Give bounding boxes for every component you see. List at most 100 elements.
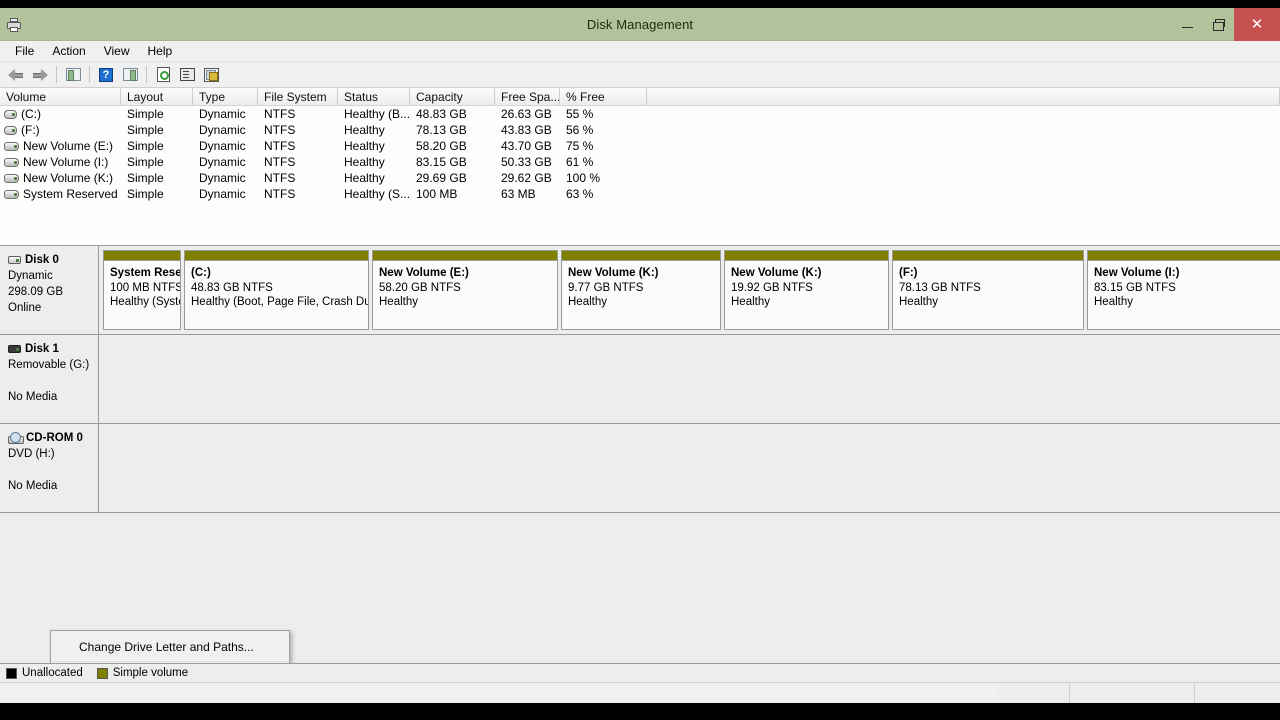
minimize-button[interactable] — [1172, 8, 1203, 41]
partition-size: 9.77 GB NTFS — [568, 281, 720, 296]
removable-disk-icon — [8, 345, 21, 353]
partition-block[interactable]: New Volume (K:)19.92 GB NTFSHealthy — [724, 250, 889, 330]
toolbar-separator — [89, 66, 90, 83]
partition-status: Healthy — [731, 295, 888, 310]
properties-button[interactable] — [175, 64, 199, 86]
context-menu-item-change-drive-letter[interactable]: Change Drive Letter and Paths... — [51, 633, 289, 660]
properties-icon — [180, 68, 195, 81]
cell-volume-label: New Volume (K:) — [23, 171, 113, 185]
table-row[interactable]: (C:)SimpleDynamicNTFSHealthy (B...48.83 … — [0, 106, 1280, 122]
column-header-file-system[interactable]: File System — [258, 88, 338, 105]
legend-swatch-unallocated — [6, 668, 17, 679]
partition-block[interactable]: (F:)78.13 GB NTFSHealthy — [892, 250, 1084, 330]
partition-body: New Volume (K:)19.92 GB NTFSHealthy — [725, 261, 888, 310]
column-header-blank[interactable] — [647, 88, 1280, 105]
partition-block[interactable]: (C:)48.83 GB NTFSHealthy (Boot, Page Fil… — [184, 250, 369, 330]
table-row[interactable]: System ReservedSimpleDynamicNTFSHealthy … — [0, 186, 1280, 202]
show-hide-action-pane-button[interactable] — [118, 64, 142, 86]
context-menu-separator — [53, 661, 287, 662]
disk-info-disk-1[interactable]: Disk 1 Removable (G:) No Media — [0, 335, 99, 423]
column-header-status[interactable]: Status — [338, 88, 410, 105]
drive-icon — [4, 174, 19, 183]
cell-layout: Simple — [121, 155, 193, 169]
back-button[interactable] — [4, 64, 28, 86]
forward-button[interactable] — [28, 64, 52, 86]
disk-info-disk-0[interactable]: Disk 0 Dynamic 298.09 GB Online — [0, 246, 99, 334]
cell-type: Dynamic — [193, 187, 258, 201]
partition-block[interactable]: New Volume (K:)9.77 GB NTFSHealthy — [561, 250, 721, 330]
partition-block[interactable]: New Volume (E:)58.20 GB NTFSHealthy — [372, 250, 558, 330]
cell-file-system: NTFS — [258, 187, 338, 201]
cell-file-system: NTFS — [258, 123, 338, 137]
refresh-button[interactable] — [151, 64, 175, 86]
column-header-type[interactable]: Type — [193, 88, 258, 105]
refresh-icon — [157, 67, 170, 82]
cell-status: Healthy (S... — [338, 187, 410, 201]
disk-title-disk-0: Disk 0 — [8, 252, 98, 268]
cell-volume-label: New Volume (I:) — [23, 155, 108, 169]
cell-type: Dynamic — [193, 139, 258, 153]
column-header-volume[interactable]: Volume — [0, 88, 121, 105]
column-header-free-space[interactable]: Free Spa... — [495, 88, 560, 105]
cell-capacity: 29.69 GB — [410, 171, 495, 185]
disk-0-partitions: System Reserved100 MB NTFSHealthy (Syste… — [99, 246, 1280, 334]
status-bar-segment-3 — [1195, 683, 1280, 703]
cell-file-system: NTFS — [258, 107, 338, 121]
cdrom-icon — [8, 432, 22, 444]
disk-row-disk-1[interactable]: Disk 1 Removable (G:) No Media — [0, 335, 1280, 424]
disk-type: Dynamic — [8, 268, 98, 284]
table-row[interactable]: New Volume (I:)SimpleDynamicNTFSHealthy8… — [0, 154, 1280, 170]
partition-body: System Reserved100 MB NTFSHealthy (Syste… — [104, 261, 180, 310]
cell-volume-label: (F:) — [21, 123, 40, 137]
disk-name: CD-ROM 0 — [26, 430, 83, 446]
partition-block[interactable]: New Volume (I:)83.15 GB NTFSHealthy — [1087, 250, 1280, 330]
minimize-icon — [1182, 27, 1193, 28]
table-row[interactable]: New Volume (K:)SimpleDynamicNTFSHealthy2… — [0, 170, 1280, 186]
help-button[interactable]: ? — [94, 64, 118, 86]
partition-block[interactable]: System Reserved100 MB NTFSHealthy (Syste… — [103, 250, 181, 330]
disk-state: No Media — [8, 478, 98, 494]
cell-percent-free: 61 % — [560, 155, 647, 169]
partition-color-bar — [104, 251, 180, 261]
column-header-percent-free[interactable]: % Free — [560, 88, 647, 105]
cell-volume: System Reserved — [0, 187, 121, 201]
disk-graphical-view: Disk 0 Dynamic 298.09 GB Online System R… — [0, 246, 1280, 663]
partition-size: 19.92 GB NTFS — [731, 281, 888, 296]
disk-info-cdrom-0[interactable]: CD-ROM 0 DVD (H:) No Media — [0, 424, 99, 512]
restore-button[interactable] — [1203, 8, 1234, 41]
menu-help[interactable]: Help — [139, 42, 182, 60]
cell-layout: Simple — [121, 171, 193, 185]
table-row[interactable]: New Volume (E:)SimpleDynamicNTFSHealthy5… — [0, 138, 1280, 154]
disk-row-disk-0[interactable]: Disk 0 Dynamic 298.09 GB Online System R… — [0, 246, 1280, 335]
column-header-layout[interactable]: Layout — [121, 88, 193, 105]
menu-view[interactable]: View — [95, 42, 139, 60]
close-button[interactable]: ✕ — [1234, 8, 1280, 41]
disk-title-disk-1: Disk 1 — [8, 341, 98, 357]
cell-volume: New Volume (I:) — [0, 155, 121, 169]
table-row[interactable]: (F:)SimpleDynamicNTFSHealthy78.13 GB43.8… — [0, 122, 1280, 138]
partition-status: Healthy — [1094, 295, 1280, 310]
partition-title: New Volume (I:) — [1094, 266, 1280, 281]
partition-body: New Volume (E:)58.20 GB NTFSHealthy — [373, 261, 557, 310]
partition-color-bar — [562, 251, 720, 261]
cell-status: Healthy — [338, 139, 410, 153]
toolbar: ? — [0, 62, 1280, 88]
rescan-disks-button[interactable] — [199, 64, 223, 86]
show-hide-console-tree-button[interactable] — [61, 64, 85, 86]
partition-status: Healthy (Boot, Page File, Crash Dump, Pr… — [191, 295, 368, 310]
volume-list[interactable]: Volume Layout Type File System Status Ca… — [0, 88, 1280, 246]
partition-status: Healthy — [568, 295, 720, 310]
window-title: Disk Management — [0, 17, 1280, 32]
menu-action[interactable]: Action — [43, 42, 94, 60]
cell-free-space: 26.63 GB — [495, 107, 560, 121]
column-header-capacity[interactable]: Capacity — [410, 88, 495, 105]
drive-icon — [4, 126, 17, 135]
context-menu: Change Drive Letter and Paths... Eject P… — [50, 630, 290, 663]
cell-volume: New Volume (E:) — [0, 139, 121, 153]
disk-row-cdrom-0[interactable]: CD-ROM 0 DVD (H:) No Media — [0, 424, 1280, 513]
cell-free-space: 43.83 GB — [495, 123, 560, 137]
menu-file[interactable]: File — [6, 42, 43, 60]
legend-label-unallocated: Unallocated — [22, 667, 83, 679]
disk-state: Online — [8, 300, 98, 316]
cell-status: Healthy — [338, 171, 410, 185]
